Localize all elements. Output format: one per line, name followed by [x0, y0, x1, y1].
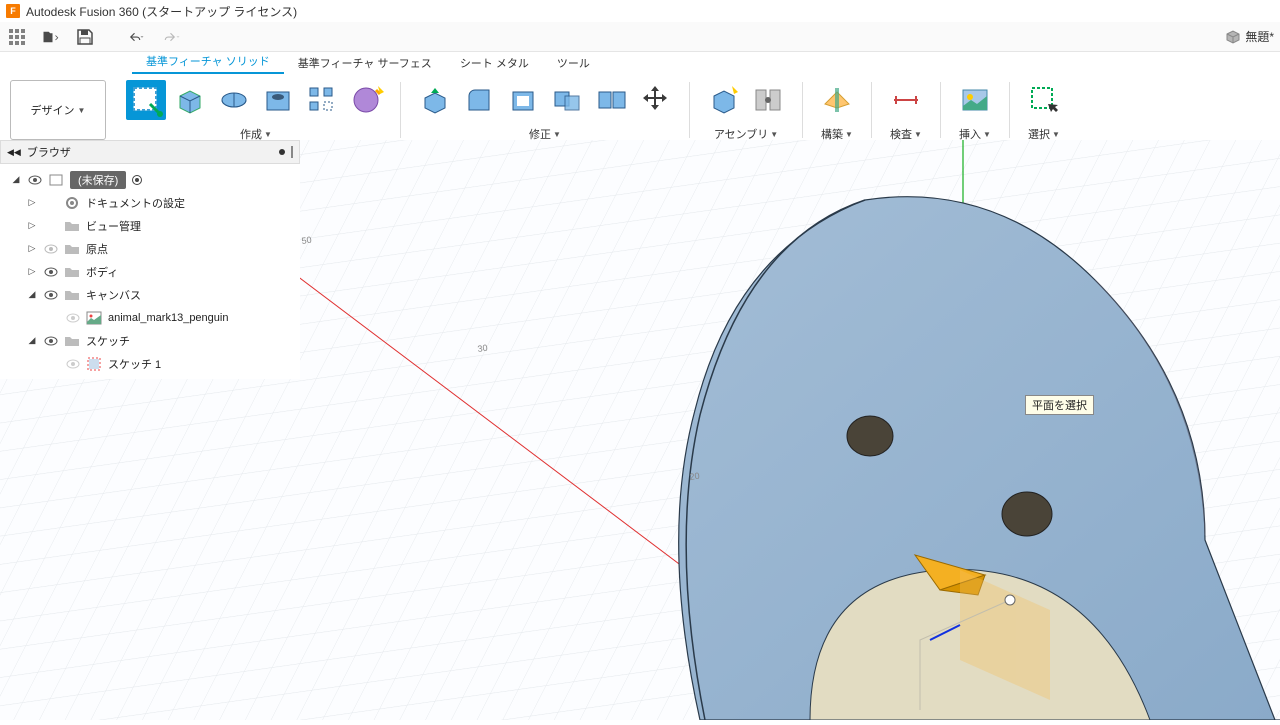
shell-button[interactable]	[503, 80, 543, 120]
visibility-icon[interactable]	[44, 288, 58, 302]
create-form-button[interactable]	[346, 80, 386, 120]
image-icon	[86, 310, 102, 326]
browser-header[interactable]: ◀◀ ブラウザ	[0, 140, 300, 164]
hole-button[interactable]	[258, 80, 298, 120]
sketch-create-button[interactable]	[126, 80, 166, 120]
tree-canvas-folder[interactable]: ◢ キャンバス	[2, 283, 298, 306]
quick-access-toolbar: 無題*	[0, 22, 1280, 52]
press-pull-button[interactable]	[415, 80, 455, 120]
twisty-icon[interactable]: ◢	[26, 289, 38, 300]
ribbon-toolbar: 基準フィーチャ ソリッド 基準フィーチャ サーフェス シート メタル ツール デ…	[0, 52, 1280, 145]
visibility-icon[interactable]	[44, 334, 58, 348]
visibility-icon[interactable]	[44, 242, 58, 256]
group-construct: 構築▼	[813, 78, 861, 142]
twisty-icon[interactable]: ▷	[26, 243, 38, 254]
folder-icon	[64, 333, 80, 349]
save-button[interactable]	[74, 26, 96, 48]
twisty-icon[interactable]: ▷	[26, 220, 38, 231]
pattern-button[interactable]	[302, 80, 342, 120]
visibility-icon[interactable]	[44, 265, 58, 279]
workspace-picker[interactable]: デザイン▼	[10, 80, 106, 140]
ribbon-tabs: 基準フィーチャ ソリッド 基準フィーチャ サーフェス シート メタル ツール	[0, 52, 1280, 74]
extrude-button[interactable]	[170, 80, 210, 120]
data-panel-button[interactable]	[6, 26, 28, 48]
split-button[interactable]	[591, 80, 631, 120]
panel-pin-icon[interactable]	[291, 146, 293, 158]
group-inspect: 検査▼	[882, 78, 930, 142]
group-modify: 修正▼	[411, 78, 679, 142]
browser-tree: ◢ (未保存) ▷ ドキュメントの設定 ▷ ビュー管理 ▷ 原点 ▷	[0, 164, 300, 379]
combine-button[interactable]	[547, 80, 587, 120]
component-icon	[48, 172, 64, 188]
group-insert: 挿入▼	[951, 78, 999, 142]
collapse-icon[interactable]: ◀◀	[7, 147, 21, 158]
tree-body[interactable]: ▷ ボディ	[2, 260, 298, 283]
move-button[interactable]	[635, 80, 675, 120]
twisty-icon[interactable]: ▷	[26, 197, 38, 208]
sketch-icon	[86, 356, 102, 372]
svg-text:20: 20	[689, 471, 700, 482]
visibility-icon[interactable]	[66, 311, 80, 325]
app-logo-icon: F	[6, 4, 20, 18]
fillet-button[interactable]	[459, 80, 499, 120]
redo-button[interactable]	[158, 26, 186, 48]
undo-button[interactable]	[122, 26, 150, 48]
group-select: 選択▼	[1020, 78, 1068, 142]
folder-icon	[64, 264, 80, 280]
group-create: 作成▼	[122, 78, 390, 142]
group-assembly: アセンブリ▼	[700, 78, 792, 142]
tree-sketch1[interactable]: スケッチ 1	[2, 352, 298, 375]
visibility-icon[interactable]	[28, 173, 42, 187]
document-name[interactable]: 無題*	[1225, 28, 1274, 45]
insert-button[interactable]	[955, 80, 995, 120]
file-button[interactable]	[36, 26, 66, 48]
select-plane-tooltip: 平面を選択	[1025, 395, 1094, 415]
tree-doc-settings[interactable]: ▷ ドキュメントの設定	[2, 191, 298, 214]
new-component-button[interactable]	[704, 80, 744, 120]
tab-solid[interactable]: 基準フィーチャ ソリッド	[132, 50, 284, 74]
tab-surface[interactable]: 基準フィーチャ サーフェス	[284, 52, 446, 74]
tab-sheetmetal[interactable]: シート メタル	[446, 52, 543, 74]
revolve-button[interactable]	[214, 80, 254, 120]
tab-tool[interactable]: ツール	[543, 52, 604, 74]
browser-panel: ◀◀ ブラウザ ◢ (未保存) ▷ ドキュメントの設定 ▷ ビュー管理 ▷	[0, 140, 300, 379]
folder-icon	[64, 218, 80, 234]
tree-view-mgmt[interactable]: ▷ ビュー管理	[2, 214, 298, 237]
tree-root[interactable]: ◢ (未保存)	[2, 168, 298, 191]
measure-button[interactable]	[886, 80, 926, 120]
gear-icon	[64, 195, 80, 211]
folder-icon	[64, 287, 80, 303]
activate-radio-icon[interactable]	[132, 175, 142, 185]
twisty-icon[interactable]: ◢	[26, 335, 38, 346]
folder-icon	[64, 241, 80, 257]
window-titlebar: F Autodesk Fusion 360 (スタートアップ ライセンス)	[0, 0, 1280, 22]
visibility-icon[interactable]	[66, 357, 80, 371]
tree-sketch-folder[interactable]: ◢ スケッチ	[2, 329, 298, 352]
svg-text:30: 30	[477, 343, 488, 354]
panel-options-icon[interactable]	[279, 149, 285, 155]
tree-canvas-item[interactable]: animal_mark13_penguin	[2, 306, 298, 329]
select-button[interactable]	[1024, 80, 1064, 120]
joint-button[interactable]	[748, 80, 788, 120]
window-title: Autodesk Fusion 360 (スタートアップ ライセンス)	[26, 3, 297, 20]
tree-origin[interactable]: ▷ 原点	[2, 237, 298, 260]
twisty-icon[interactable]: ▷	[26, 266, 38, 277]
svg-text:50: 50	[301, 235, 312, 246]
construct-plane-button[interactable]	[817, 80, 857, 120]
twisty-icon[interactable]: ◢	[10, 174, 22, 185]
